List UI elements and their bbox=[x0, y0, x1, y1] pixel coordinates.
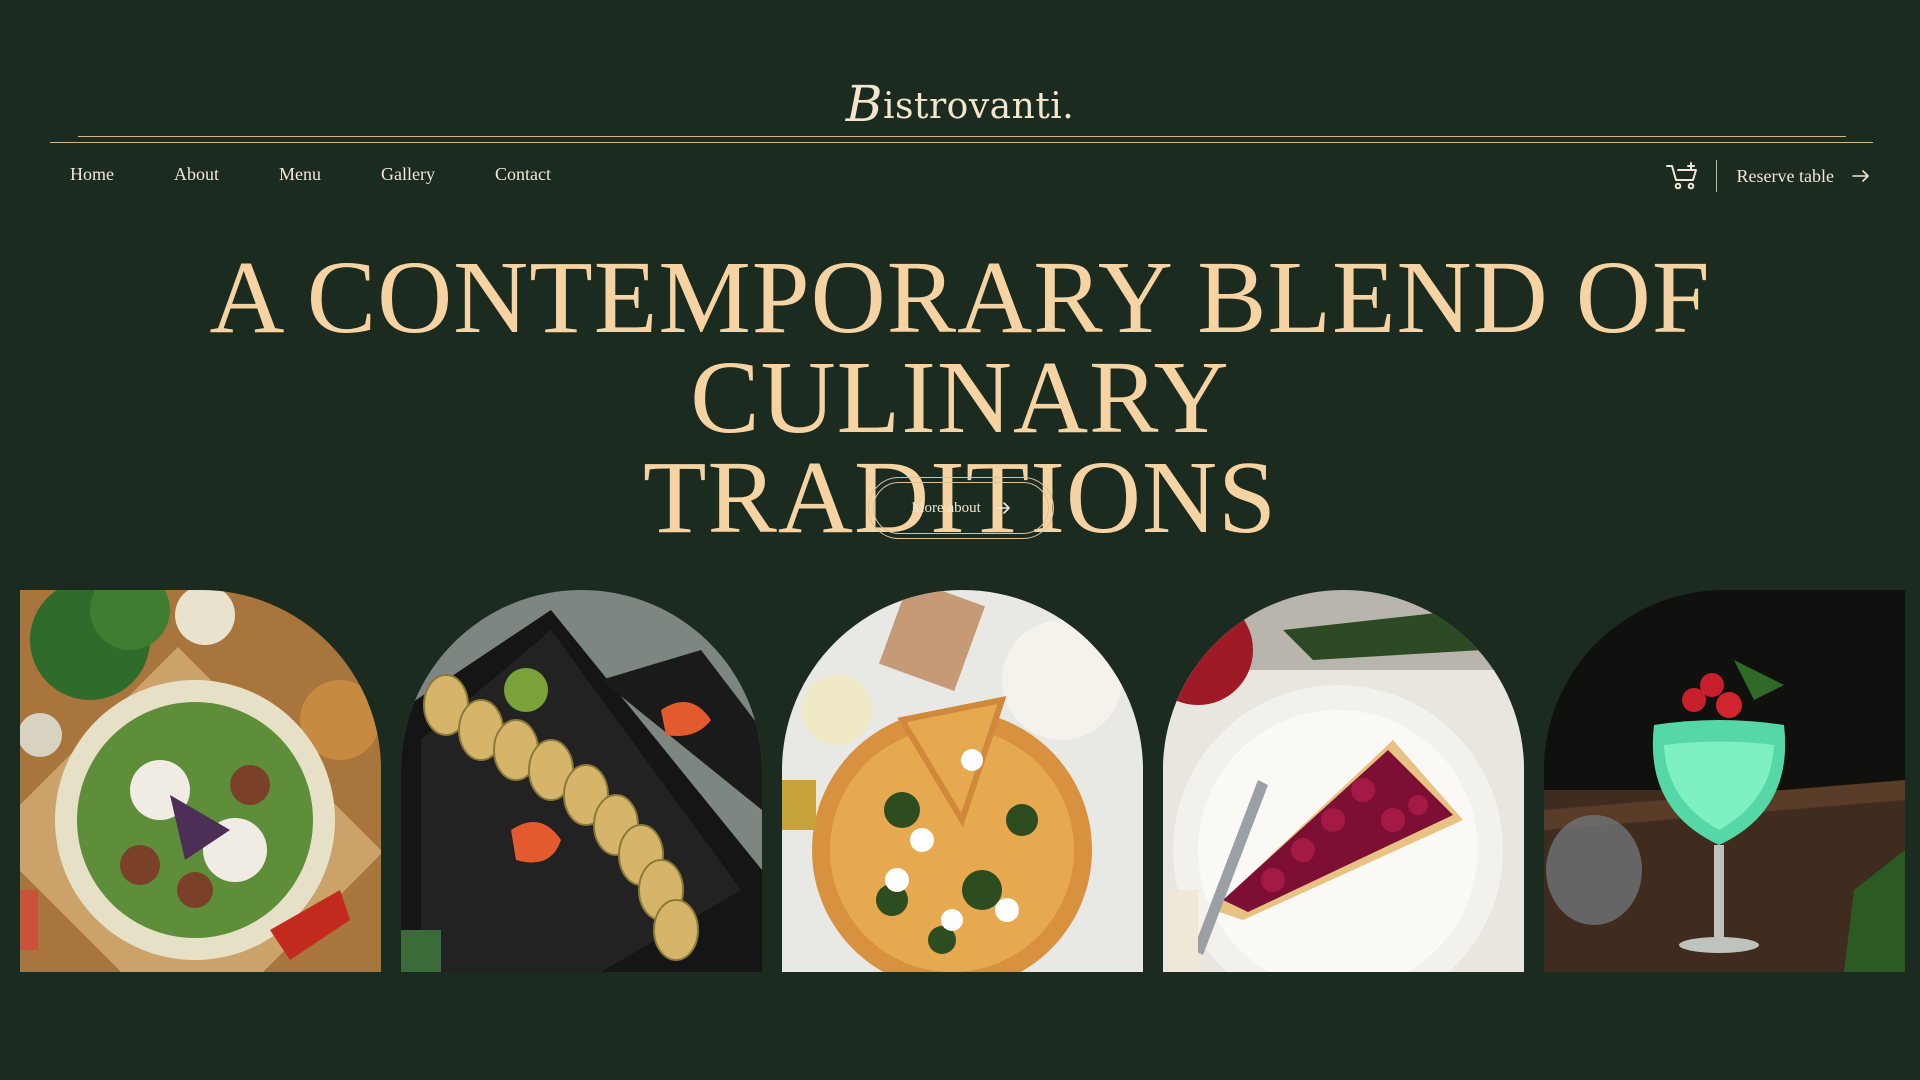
header-actions: Reserve table bbox=[1665, 160, 1870, 192]
nav-home[interactable]: Home bbox=[70, 164, 114, 185]
nav-about[interactable]: About bbox=[174, 164, 219, 185]
nav-gallery[interactable]: Gallery bbox=[381, 164, 435, 185]
main-nav: Home About Menu Gallery Contact bbox=[70, 164, 611, 185]
food-gallery bbox=[20, 590, 1920, 972]
reserve-table-link[interactable]: Reserve table bbox=[1737, 166, 1834, 187]
gallery-image-sushi-roll[interactable] bbox=[401, 590, 762, 972]
gallery-image-falafel-salad[interactable] bbox=[20, 590, 381, 972]
header-divider-top bbox=[78, 136, 1846, 137]
brand-logo[interactable]: Bistrovanti. bbox=[0, 72, 1920, 133]
nav-menu[interactable]: Menu bbox=[279, 164, 321, 185]
arrow-right-icon[interactable] bbox=[1852, 170, 1870, 182]
header-divider-bottom bbox=[50, 142, 1873, 143]
more-about-label: More about bbox=[911, 499, 981, 516]
brand-logo-name: istrovanti. bbox=[883, 86, 1075, 127]
hero-heading-line1: A CONTEMPORARY BLEND OF CULINARY bbox=[209, 240, 1711, 455]
more-about-button[interactable]: More about bbox=[868, 477, 1054, 539]
gallery-image-pizza[interactable] bbox=[782, 590, 1143, 972]
gallery-image-green-cocktail[interactable] bbox=[1544, 590, 1905, 972]
cart-icon[interactable] bbox=[1665, 161, 1700, 191]
arrow-right-icon bbox=[994, 502, 1010, 514]
header-action-divider bbox=[1715, 160, 1717, 192]
brand-logo-initial: B bbox=[845, 75, 883, 133]
nav-contact[interactable]: Contact bbox=[495, 164, 551, 185]
gallery-image-cherry-tart[interactable] bbox=[1163, 590, 1524, 972]
